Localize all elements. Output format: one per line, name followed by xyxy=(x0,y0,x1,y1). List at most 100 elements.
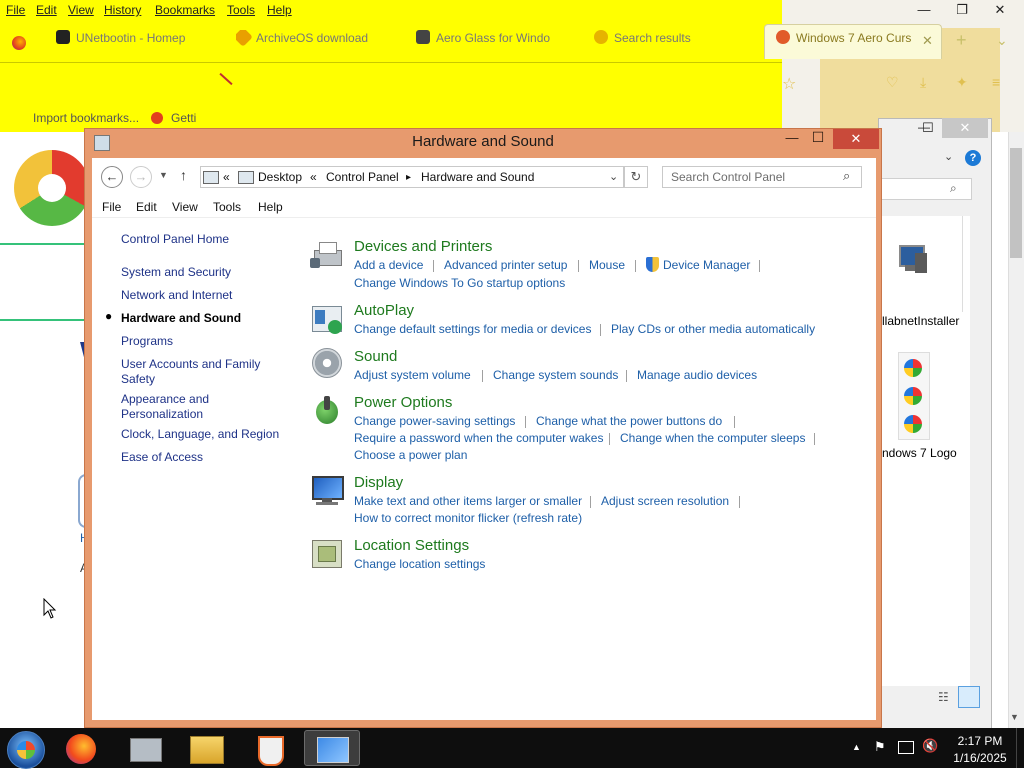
pocket-icon[interactable]: ♡ xyxy=(886,74,899,91)
firefox-menu-view[interactable]: View xyxy=(68,3,94,17)
tab-archiveos[interactable]: ArchiveOS download xyxy=(236,30,386,56)
sidebar-item-control-panel-home[interactable]: Control Panel Home xyxy=(121,232,229,246)
location-icon[interactable] xyxy=(310,538,344,568)
taskbar-file-explorer[interactable] xyxy=(178,730,234,766)
menu-view[interactable]: View xyxy=(172,200,198,214)
tab-search-results[interactable]: Search results xyxy=(594,30,744,56)
details-view-icon[interactable]: ☷ xyxy=(938,690,949,704)
firefox-close-button[interactable]: ✕ xyxy=(982,2,1018,20)
printer-icon[interactable] xyxy=(310,240,344,270)
link-computer-sleeps[interactable]: Change when the computer sleeps xyxy=(620,431,805,445)
explorer-close-button[interactable]: ✕ xyxy=(942,118,988,138)
breadcrumb-overflow[interactable]: « xyxy=(223,170,230,184)
link-text-size[interactable]: Make text and other items larger or smal… xyxy=(354,494,582,508)
show-desktop-button[interactable] xyxy=(1016,728,1024,768)
firefox-menu-tools[interactable]: Tools xyxy=(227,3,255,17)
explorer-maximize-button[interactable]: ☐ xyxy=(922,120,934,136)
link-advanced-printer-setup[interactable]: Advanced printer setup xyxy=(444,258,567,272)
action-center-flag-icon[interactable]: ⚑ xyxy=(874,739,886,755)
sidebar-item-clock-language-region[interactable]: Clock, Language, and Region xyxy=(121,427,279,441)
taskbar-scanner[interactable] xyxy=(118,730,174,766)
explorer-expand-chevron-icon[interactable]: ⌄ xyxy=(944,150,953,163)
network-icon[interactable] xyxy=(898,741,914,754)
back-arrow-icon[interactable]: ← xyxy=(101,166,123,188)
link-autoplay-defaults[interactable]: Change default settings for media or dev… xyxy=(354,322,591,336)
firefox-menu-bookmarks[interactable]: Bookmarks xyxy=(155,3,215,17)
link-manage-audio-devices[interactable]: Manage audio devices xyxy=(637,368,757,382)
windows-logo-thumbnail[interactable] xyxy=(898,352,930,440)
sidebar-item-appearance[interactable]: Appearance and Personalization xyxy=(121,392,231,422)
close-button[interactable]: ✕ xyxy=(833,129,879,149)
scroll-down-arrow-icon[interactable]: ▼ xyxy=(1010,712,1019,722)
refresh-icon[interactable]: ↻ xyxy=(624,166,648,188)
speaker-icon[interactable] xyxy=(310,348,344,378)
link-choose-power-plan[interactable]: Choose a power plan xyxy=(354,448,467,462)
menu-file[interactable]: File xyxy=(102,200,121,214)
sidebar-item-hardware-and-sound[interactable]: Hardware and Sound xyxy=(121,311,241,325)
new-tab-icon[interactable]: + xyxy=(956,30,967,51)
monitor-icon[interactable] xyxy=(310,476,344,506)
menu-tools[interactable]: Tools xyxy=(213,200,241,214)
firefox-minimize-button[interactable]: — xyxy=(906,2,942,20)
firefox-menu-file[interactable]: File xyxy=(6,3,25,17)
minimize-button[interactable]: — xyxy=(782,130,802,145)
firefox-menu-edit[interactable]: Edit xyxy=(36,3,57,17)
explorer-search-input[interactable] xyxy=(880,178,972,200)
firefox-maximize-button[interactable]: ❐ xyxy=(944,2,980,20)
firefox-scrollbar-thumb[interactable] xyxy=(1010,148,1022,258)
breadcrumb-control-panel[interactable]: Control Panel xyxy=(326,170,399,184)
tab-unetbootin[interactable]: UNetbootin - Homep xyxy=(56,30,206,56)
category-display[interactable]: Display xyxy=(354,474,403,491)
bookmark-getting-started[interactable]: Getti xyxy=(171,111,196,125)
autoplay-icon[interactable] xyxy=(310,304,344,334)
link-windows-to-go[interactable]: Change Windows To Go startup options xyxy=(354,276,565,290)
maximize-button[interactable]: ☐ xyxy=(808,129,828,146)
hamburger-menu-icon[interactable]: ≡ xyxy=(992,74,1000,90)
taskbar-control-panel[interactable] xyxy=(304,730,360,766)
address-dropdown-chevron-icon[interactable]: ⌄ xyxy=(609,170,618,183)
link-mouse[interactable]: Mouse xyxy=(589,258,625,272)
tab-aero-glass[interactable]: Aero Glass for Windo xyxy=(416,30,566,56)
help-icon[interactable]: ? xyxy=(965,150,981,166)
bookmark-import[interactable]: Import bookmarks... xyxy=(33,111,139,125)
link-monitor-flicker[interactable]: How to correct monitor flicker (refresh … xyxy=(354,511,582,525)
clock-time[interactable]: 2:17 PM xyxy=(950,734,1010,748)
show-hidden-icons-icon[interactable]: ▲ xyxy=(852,742,861,752)
category-devices-and-printers[interactable]: Devices and Printers xyxy=(354,238,492,255)
link-power-saving-settings[interactable]: Change power-saving settings xyxy=(354,414,515,428)
taskbar-firefox[interactable] xyxy=(54,730,110,766)
search-icon[interactable]: ⌕ xyxy=(843,168,850,184)
recent-locations-chevron-icon[interactable]: ▼ xyxy=(159,170,168,180)
category-autoplay[interactable]: AutoPlay xyxy=(354,302,414,319)
sidebar-item-network-and-internet[interactable]: Network and Internet xyxy=(121,288,232,302)
computer-icon[interactable] xyxy=(897,245,927,273)
explorer-item-label[interactable]: ndows 7 Logo xyxy=(882,446,957,460)
breadcrumb-separator[interactable]: « xyxy=(310,170,317,184)
link-play-cds[interactable]: Play CDs or other media automatically xyxy=(611,322,815,336)
link-change-system-sounds[interactable]: Change system sounds xyxy=(493,368,618,382)
large-icons-view-icon[interactable] xyxy=(958,686,980,708)
menu-edit[interactable]: Edit xyxy=(136,200,157,214)
sidebar-item-programs[interactable]: Programs xyxy=(121,334,173,348)
link-add-a-device[interactable]: Add a device xyxy=(354,258,423,272)
link-change-location-settings[interactable]: Change location settings xyxy=(354,557,485,571)
link-device-manager[interactable]: Device Manager xyxy=(663,258,750,272)
extensions-icon[interactable]: ✦ xyxy=(956,74,968,91)
download-icon[interactable]: ⤓ xyxy=(920,74,926,91)
breadcrumb-desktop[interactable]: Desktop xyxy=(258,170,302,184)
category-sound[interactable]: Sound xyxy=(354,348,397,365)
up-arrow-icon[interactable]: ↑ xyxy=(180,167,187,183)
battery-icon[interactable] xyxy=(310,396,344,426)
taskbar-java[interactable] xyxy=(242,730,298,766)
link-adjust-volume[interactable]: Adjust system volume xyxy=(354,368,471,382)
breadcrumb-hardware-and-sound[interactable]: Hardware and Sound xyxy=(421,170,534,184)
sidebar-item-system-and-security[interactable]: System and Security xyxy=(121,265,231,279)
breadcrumb-chevron-icon[interactable]: ▸ xyxy=(406,172,411,183)
firefox-menu-history[interactable]: History xyxy=(104,3,141,17)
link-require-password[interactable]: Require a password when the computer wak… xyxy=(354,431,603,445)
sidebar-item-user-accounts[interactable]: User Accounts and Family Safety xyxy=(121,357,281,387)
firefox-view-icon[interactable] xyxy=(12,36,26,50)
tab-list-chevron-icon[interactable]: ⌄ xyxy=(996,32,1008,49)
sidebar-item-ease-of-access[interactable]: Ease of Access xyxy=(121,450,203,464)
link-screen-resolution[interactable]: Adjust screen resolution xyxy=(601,494,729,508)
